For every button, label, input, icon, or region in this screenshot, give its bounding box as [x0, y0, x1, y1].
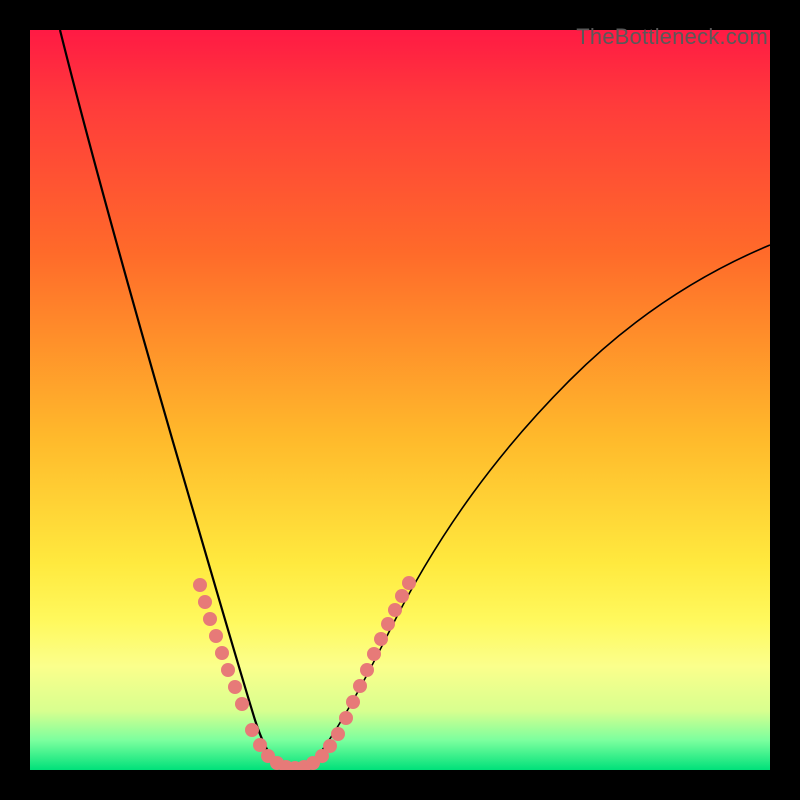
plot-area: [30, 30, 770, 770]
bead-cluster-valley: [245, 723, 345, 770]
bottleneck-curve-left: [60, 30, 280, 767]
outer-frame: TheBottleneck.com: [0, 0, 800, 800]
chart-svg: [30, 30, 770, 770]
watermark-text: TheBottleneck.com: [576, 24, 768, 50]
bottleneck-curve-right: [308, 245, 770, 767]
bead-cluster-right: [339, 576, 416, 725]
bead-cluster-left: [193, 578, 249, 711]
